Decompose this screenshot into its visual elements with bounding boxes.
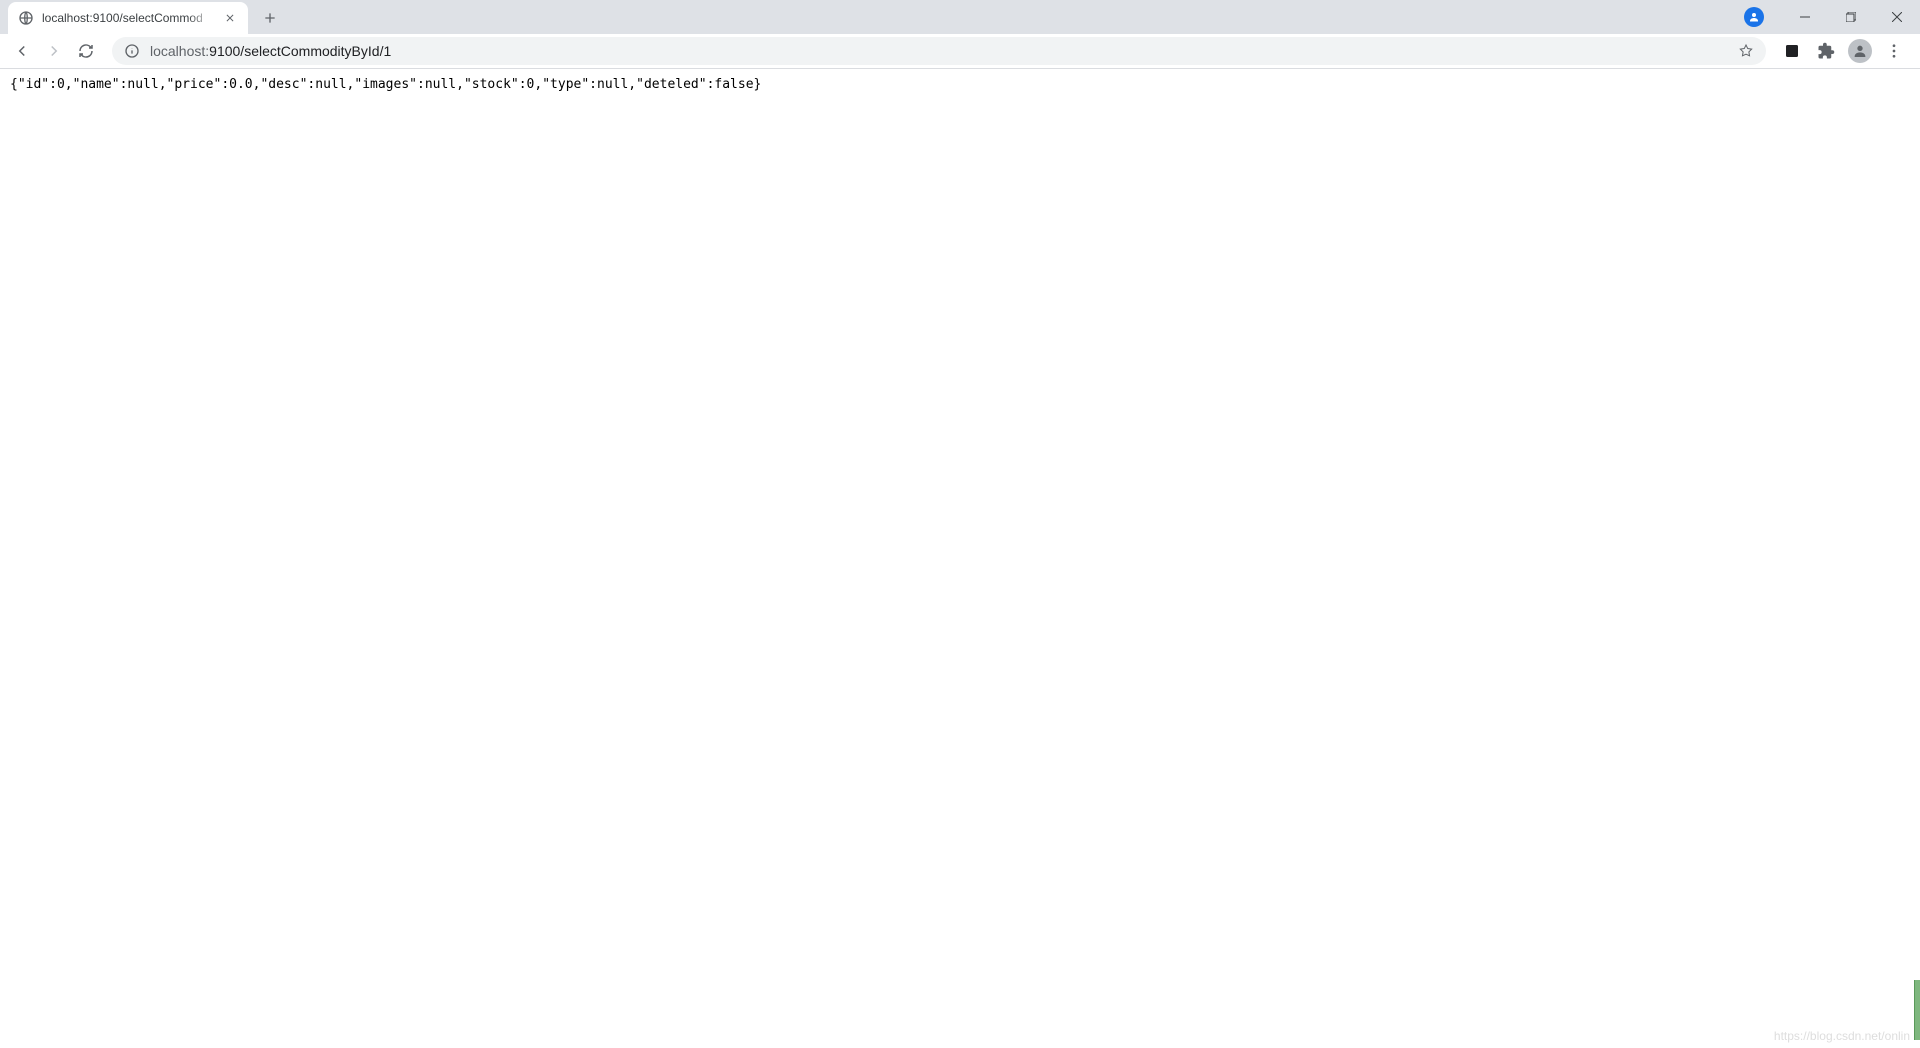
new-tab-button[interactable] <box>256 4 284 32</box>
extension-square-icon[interactable] <box>1778 37 1806 65</box>
tab-strip: localhost:9100/selectCommod <box>0 0 1920 34</box>
site-info-icon[interactable] <box>124 43 140 59</box>
tab-title: localhost:9100/selectCommod <box>42 11 214 25</box>
reload-button[interactable] <box>72 37 100 65</box>
bookmark-star-icon[interactable] <box>1738 43 1754 59</box>
watermark-text: https://blog.csdn.net/onlin <box>1774 1029 1910 1043</box>
address-bar[interactable]: localhost:9100/selectCommodityById/1 <box>112 37 1766 65</box>
window-controls <box>1744 0 1920 34</box>
account-badge-icon[interactable] <box>1744 7 1764 27</box>
toolbar-right <box>1778 37 1912 65</box>
extensions-puzzle-icon[interactable] <box>1812 37 1840 65</box>
url-path: 9100/selectCommodityById/1 <box>209 43 391 59</box>
url-text: localhost:9100/selectCommodityById/1 <box>150 43 1728 59</box>
browser-chrome: localhost:9100/selectCommod <box>0 0 1920 69</box>
toolbar: localhost:9100/selectCommodityById/1 <box>0 34 1920 69</box>
response-body: {"id":0,"name":null,"price":0.0,"desc":n… <box>0 69 1920 100</box>
browser-tab[interactable]: localhost:9100/selectCommod <box>8 2 248 34</box>
close-window-button[interactable] <box>1874 0 1920 34</box>
url-host: localhost: <box>150 43 209 59</box>
close-tab-icon[interactable] <box>222 10 238 26</box>
scroll-indicator[interactable] <box>1914 980 1920 1040</box>
maximize-button[interactable] <box>1828 0 1874 34</box>
minimize-button[interactable] <box>1782 0 1828 34</box>
back-button[interactable] <box>8 37 36 65</box>
profile-avatar[interactable] <box>1846 37 1874 65</box>
kebab-menu-icon[interactable] <box>1880 37 1908 65</box>
globe-icon <box>18 10 34 26</box>
forward-button[interactable] <box>40 37 68 65</box>
